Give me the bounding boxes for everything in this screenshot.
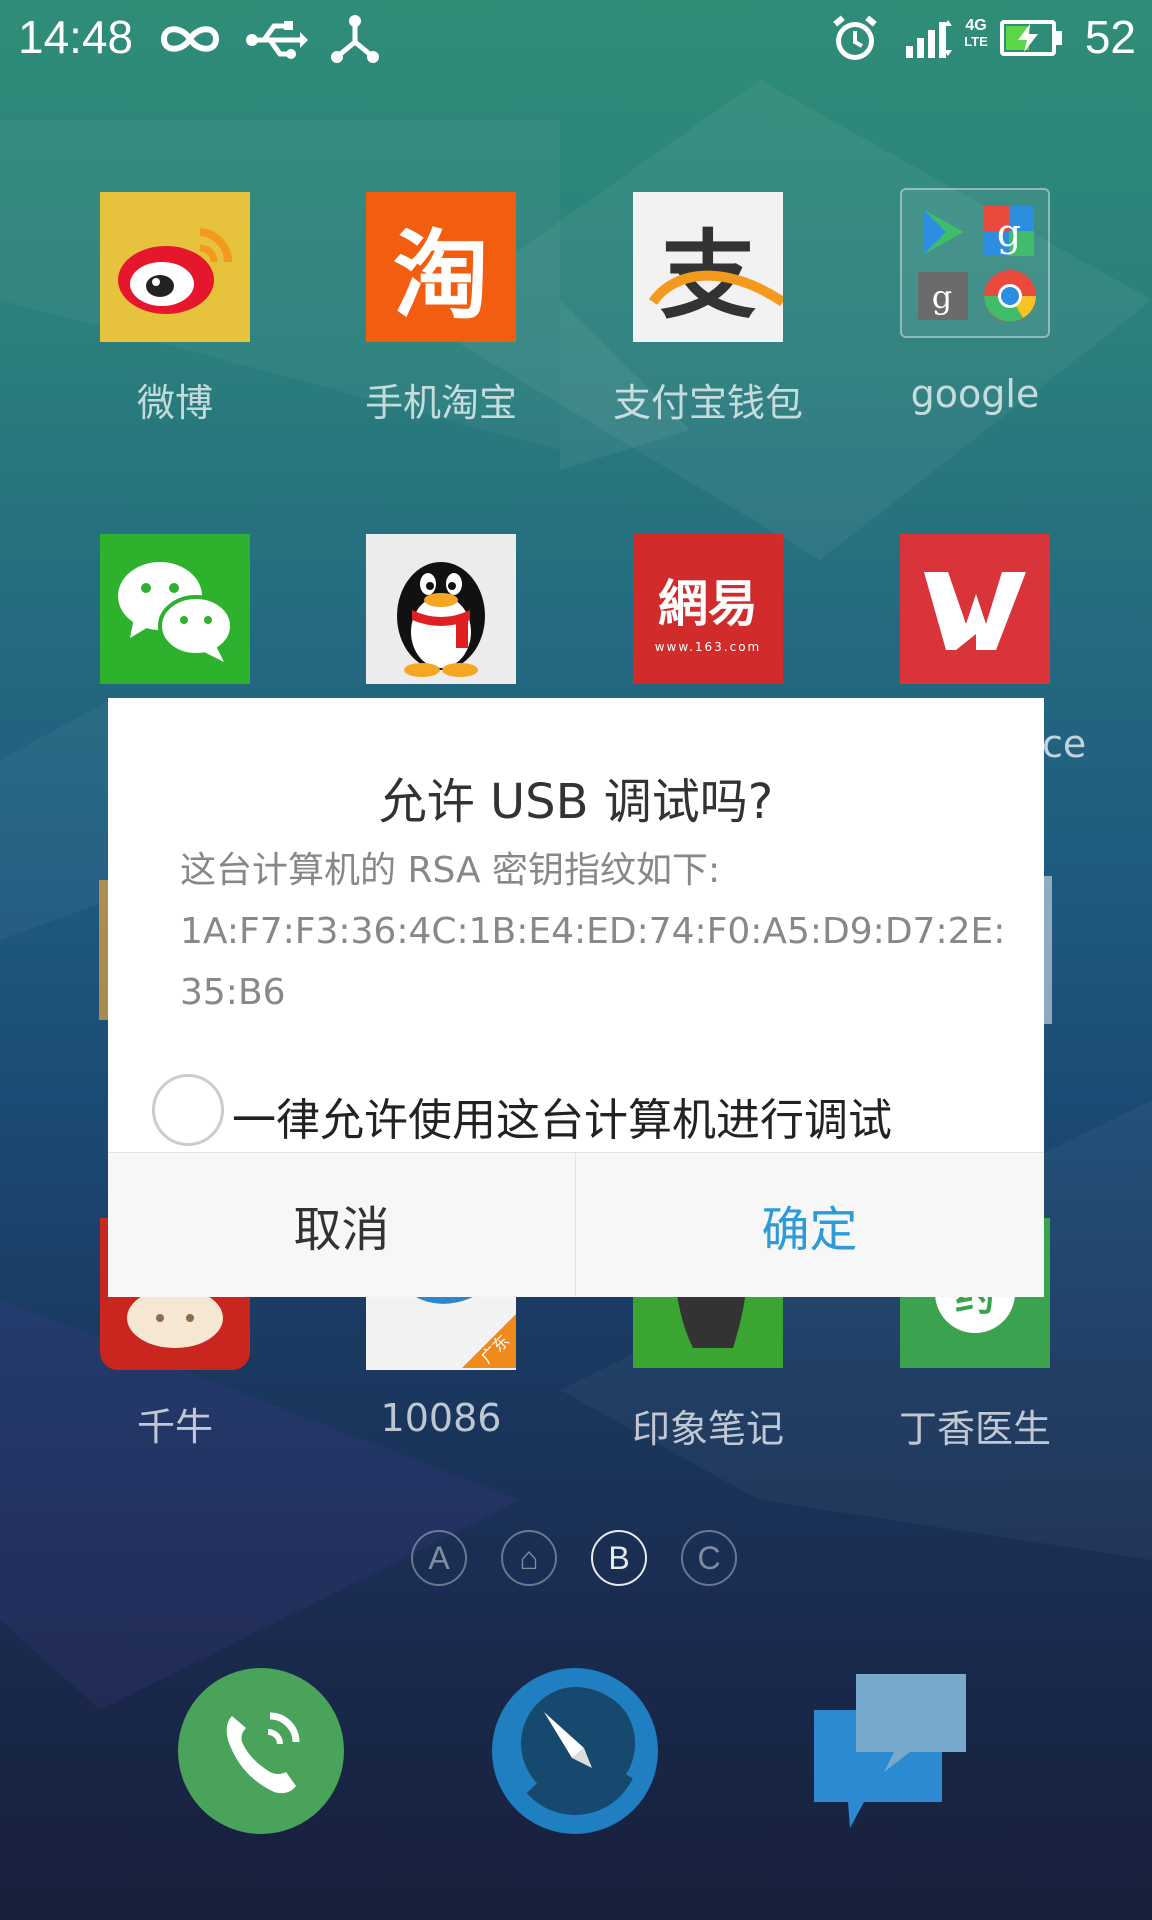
rsa-fingerprint: 1A:F7:F3:36:4C:1B:E4:ED:74:F0:A5:D9:D7:2…: [180, 911, 1006, 952]
app-label: 印象笔记: [631, 1407, 784, 1451]
signal-icon: [906, 20, 952, 58]
page-dot-a[interactable]: A: [411, 1530, 467, 1586]
4g-lte-icon: 4G LTE: [964, 17, 988, 50]
rsa-fingerprint-end: 35:B6: [180, 972, 286, 1013]
app-label: 支付宝钱包: [612, 381, 803, 425]
wps-icon: [900, 534, 1050, 684]
dialog-title: 允许 USB 调试吗?: [378, 774, 774, 830]
always-allow-label[interactable]: 一律允许使用这台计算机进行调试: [232, 1084, 892, 1148]
app-label: 10086: [380, 1396, 502, 1440]
app-label: 手机淘宝: [364, 381, 517, 425]
svg-text:g: g: [932, 278, 952, 316]
status-time: 14:48: [18, 11, 134, 63]
wechat-icon: [100, 534, 250, 684]
battery-percent: 52: [1084, 11, 1136, 63]
partial-app-icon-right: [1044, 876, 1052, 1024]
app-weibo[interactable]: 微博: [65, 192, 285, 427]
netease-icon: 網易 www.163.com: [633, 534, 783, 684]
phone-icon[interactable]: [178, 1668, 344, 1834]
browser-compass-icon[interactable]: [492, 1668, 658, 1834]
status-bar: 14:48 4G LTE 52: [0, 0, 1152, 80]
cancel-button[interactable]: 取消: [108, 1153, 576, 1297]
app-folder-google[interactable]: g g google: [865, 188, 1085, 416]
svg-text:g: g: [997, 211, 1021, 255]
folder-icon: g g: [900, 188, 1050, 338]
dialog-message: 这台计算机的 RSA 密钥指纹如下: 1A:F7:F3:36:4C:1B:E4:…: [180, 840, 1006, 1023]
page-dot-home[interactable]: ⌂: [501, 1530, 557, 1586]
dialog-button-bar: 取消 确定: [108, 1152, 1044, 1297]
app-label: 丁香医生: [898, 1407, 1051, 1451]
qq-penguin-icon: [366, 534, 516, 684]
taobao-icon: 淘: [366, 192, 516, 342]
share-icon: [331, 15, 379, 63]
app-label: 微博: [136, 381, 213, 425]
page-indicator: A ⌂ B C: [0, 1530, 1152, 1590]
alarm-icon: [833, 15, 877, 60]
battery-charging-icon: [1000, 20, 1062, 56]
app-netease[interactable]: 網易 www.163.com: [598, 534, 818, 684]
page-dot-c[interactable]: C: [681, 1530, 737, 1586]
app-taobao[interactable]: 淘 手机淘宝: [331, 192, 551, 427]
app-label: 千牛: [136, 1405, 213, 1449]
app-label: google: [910, 372, 1040, 416]
message-line: 这台计算机的 RSA 密钥指纹如下:: [180, 850, 721, 891]
usb-debug-dialog: 允许 USB 调试吗? 这台计算机的 RSA 密钥指纹如下: 1A:F7:F3:…: [108, 698, 1044, 1297]
app-label-partial: ce: [1042, 722, 1087, 766]
messages-icon[interactable]: [814, 1668, 980, 1834]
weibo-icon: [100, 192, 250, 342]
alipay-icon: 支: [633, 192, 783, 342]
app-qq[interactable]: [331, 534, 551, 684]
always-allow-checkbox[interactable]: [152, 1074, 224, 1146]
usb-icon: [246, 21, 308, 59]
ok-button[interactable]: 确定: [576, 1153, 1043, 1297]
app-wechat[interactable]: [65, 534, 285, 684]
page-dot-b[interactable]: B: [591, 1530, 647, 1586]
infinity-icon: [160, 26, 220, 52]
app-wps[interactable]: [865, 534, 1085, 684]
app-alipay[interactable]: 支 支付宝钱包: [598, 192, 818, 427]
